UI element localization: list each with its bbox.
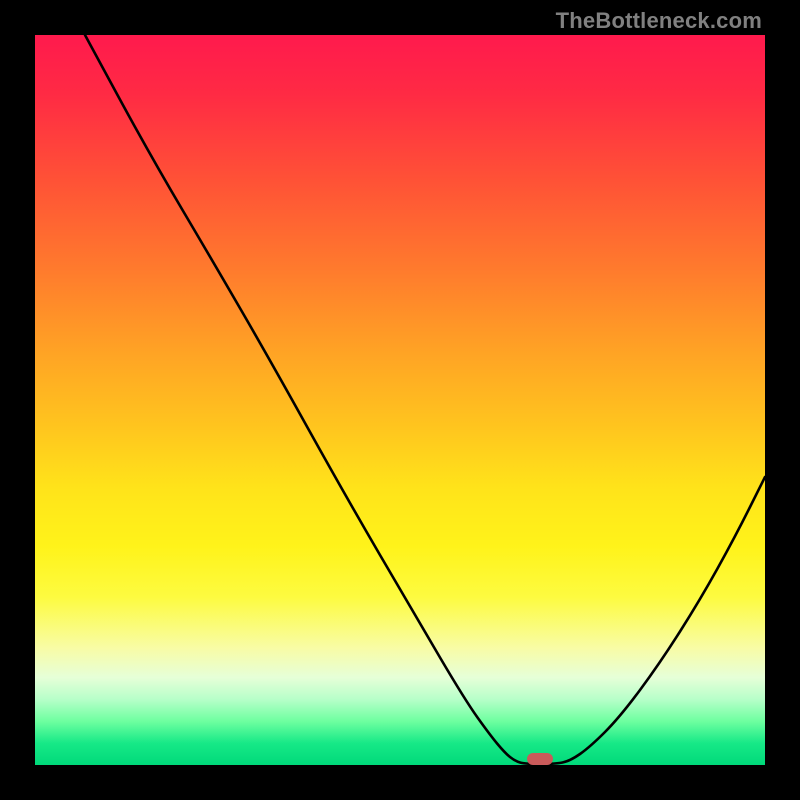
chart-frame: TheBottleneck.com: [0, 0, 800, 800]
plot-area: [35, 35, 765, 765]
curve-svg: [35, 35, 765, 765]
bottleneck-curve: [85, 35, 765, 764]
optimal-marker: [527, 753, 553, 765]
watermark-text: TheBottleneck.com: [556, 8, 762, 34]
